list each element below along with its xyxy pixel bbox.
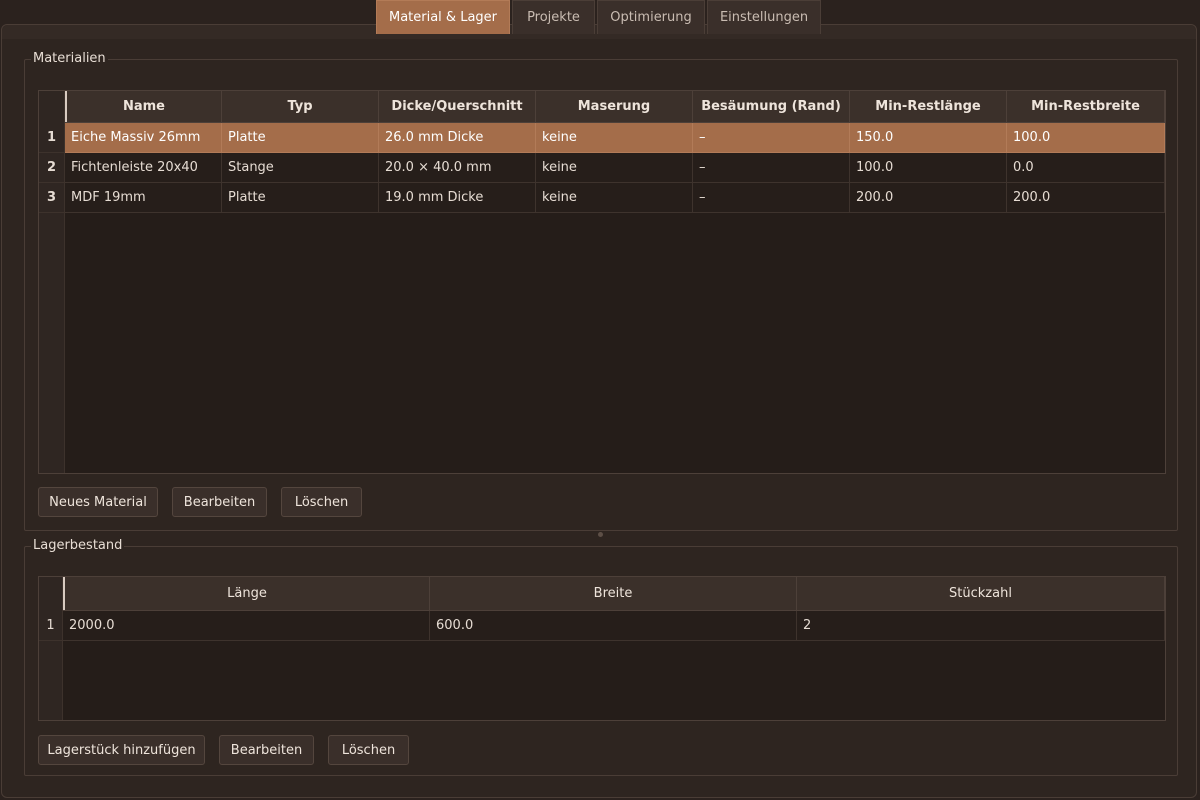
cell-min-restlaenge[interactable]: 200.0: [850, 183, 1007, 213]
table-row[interactable]: 1 Eiche Massiv 26mm Platte 26.0 mm Dicke…: [39, 123, 1165, 153]
stock-table[interactable]: Länge Breite Stückzahl 1 2000.0 600.0 2: [38, 576, 1166, 721]
cell-typ[interactable]: Stange: [222, 153, 379, 183]
cell-dicke[interactable]: 19.0 mm Dicke: [379, 183, 536, 213]
table-row[interactable]: 2 Fichtenleiste 20x40 Stange 20.0 × 40.0…: [39, 153, 1165, 183]
column-header-name[interactable]: Name: [65, 91, 222, 122]
table-row[interactable]: 3 MDF 19mm Platte 19.0 mm Dicke keine – …: [39, 183, 1165, 213]
cell-min-restbreite[interactable]: 100.0: [1007, 123, 1165, 153]
cell-laenge[interactable]: 2000.0: [63, 611, 430, 641]
edit-material-button[interactable]: Bearbeiten: [172, 487, 267, 517]
cell-name[interactable]: MDF 19mm: [65, 183, 222, 213]
stock-table-header: Länge Breite Stückzahl: [63, 577, 1165, 611]
column-header-typ[interactable]: Typ: [222, 91, 379, 122]
tab-material-lager[interactable]: Material & Lager: [376, 0, 510, 34]
main-tab-bar: Material & Lager Projekte Optimierung Ei…: [376, 0, 821, 34]
row-number[interactable]: 3: [39, 183, 65, 213]
cell-min-restlaenge[interactable]: 100.0: [850, 153, 1007, 183]
cell-maserung[interactable]: keine: [536, 183, 693, 213]
table-row[interactable]: 1 2000.0 600.0 2: [39, 611, 1165, 641]
column-header-dicke[interactable]: Dicke/Querschnitt: [379, 91, 536, 122]
stock-group: Lagerbestand Länge Breite Stückzahl 1 20…: [24, 538, 1178, 776]
tab-einstellungen[interactable]: Einstellungen: [707, 0, 821, 34]
stock-group-title: Lagerbestand: [31, 538, 125, 553]
cell-typ[interactable]: Platte: [222, 183, 379, 213]
splitter-handle[interactable]: [598, 532, 603, 537]
cell-stueckzahl[interactable]: 2: [797, 611, 1165, 641]
add-stock-button[interactable]: Lagerstück hinzufügen: [38, 735, 205, 765]
tab-content-panel: Materialien Name Typ Dicke/Querschnitt M…: [1, 24, 1197, 798]
materials-group: Materialien Name Typ Dicke/Querschnitt M…: [24, 51, 1178, 531]
cell-dicke[interactable]: 26.0 mm Dicke: [379, 123, 536, 153]
row-number[interactable]: 2: [39, 153, 65, 183]
cell-name[interactable]: Fichtenleiste 20x40: [65, 153, 222, 183]
new-material-button[interactable]: Neues Material: [38, 487, 158, 517]
cell-besaeumung[interactable]: –: [693, 153, 850, 183]
tab-projekte[interactable]: Projekte: [512, 0, 595, 34]
cell-maserung[interactable]: keine: [536, 123, 693, 153]
column-header-min-restbreite[interactable]: Min-Restbreite: [1007, 91, 1165, 122]
materials-table[interactable]: Name Typ Dicke/Querschnitt Maserung Besä…: [38, 90, 1166, 474]
column-header-laenge[interactable]: Länge: [63, 577, 430, 610]
materials-group-title: Materialien: [31, 51, 108, 66]
column-header-min-restlaenge[interactable]: Min-Restlänge: [850, 91, 1007, 122]
cell-besaeumung[interactable]: –: [693, 123, 850, 153]
cell-min-restbreite[interactable]: 0.0: [1007, 153, 1165, 183]
tab-optimierung[interactable]: Optimierung: [597, 0, 705, 34]
edit-stock-button[interactable]: Bearbeiten: [219, 735, 314, 765]
cell-dicke[interactable]: 20.0 × 40.0 mm: [379, 153, 536, 183]
column-header-besaeumung[interactable]: Besäumung (Rand): [693, 91, 850, 122]
column-header-maserung[interactable]: Maserung: [536, 91, 693, 122]
cell-name[interactable]: Eiche Massiv 26mm: [65, 123, 222, 153]
cell-min-restlaenge[interactable]: 150.0: [850, 123, 1007, 153]
delete-material-button[interactable]: Löschen: [281, 487, 362, 517]
column-header-breite[interactable]: Breite: [430, 577, 797, 610]
cell-maserung[interactable]: keine: [536, 153, 693, 183]
delete-stock-button[interactable]: Löschen: [328, 735, 409, 765]
materials-table-header: Name Typ Dicke/Querschnitt Maserung Besä…: [65, 91, 1165, 123]
column-header-stueckzahl[interactable]: Stückzahl: [797, 577, 1165, 610]
cell-breite[interactable]: 600.0: [430, 611, 797, 641]
row-number[interactable]: 1: [39, 123, 65, 153]
cell-besaeumung[interactable]: –: [693, 183, 850, 213]
row-number[interactable]: 1: [39, 611, 63, 641]
cell-typ[interactable]: Platte: [222, 123, 379, 153]
row-header-gutter: [39, 577, 63, 720]
cell-min-restbreite[interactable]: 200.0: [1007, 183, 1165, 213]
